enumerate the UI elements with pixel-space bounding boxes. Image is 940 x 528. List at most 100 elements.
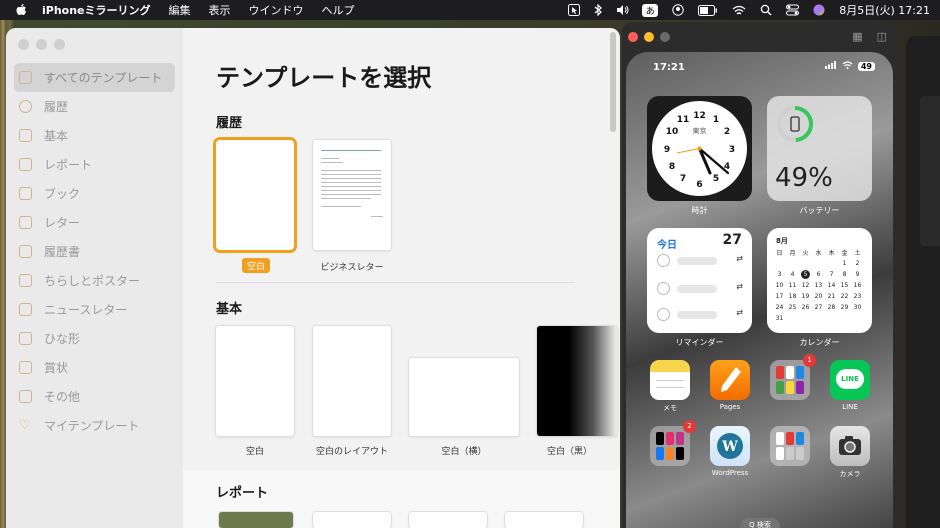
calendar-month: 8月 bbox=[776, 237, 788, 245]
svg-text:W: W bbox=[721, 439, 738, 455]
template-thumb-blank-recent[interactable] bbox=[216, 140, 294, 250]
sidebar-item-all-templates[interactable]: すべてのテンプレート bbox=[14, 63, 175, 92]
reminder-item[interactable]: ⇄ bbox=[657, 254, 743, 268]
reminder-item[interactable]: ⇄ bbox=[657, 308, 743, 322]
clock-widget[interactable]: 12 1 2 3 4567 8 9 10 11 東京 bbox=[647, 96, 752, 201]
scrollbar[interactable] bbox=[610, 32, 616, 132]
letter-icon bbox=[19, 216, 32, 229]
sidebar-item-reports[interactable]: レポート bbox=[14, 150, 175, 179]
minimize-button[interactable] bbox=[36, 39, 47, 50]
notification-badge: 2 bbox=[683, 420, 696, 433]
home-search-button[interactable]: Q 検索 bbox=[740, 518, 780, 528]
book-icon bbox=[19, 187, 32, 200]
template-thumb-report-4[interactable] bbox=[505, 512, 583, 528]
svg-text:5: 5 bbox=[713, 174, 719, 184]
sidebar-item-label: レポート bbox=[44, 158, 93, 172]
zoom-button[interactable] bbox=[54, 39, 65, 50]
pages-icon[interactable] bbox=[710, 360, 750, 400]
menu-edit[interactable]: 編集 bbox=[169, 2, 191, 18]
sidebar-item-letters[interactable]: レター bbox=[14, 208, 175, 237]
notes-icon[interactable] bbox=[650, 360, 690, 400]
volume-icon[interactable] bbox=[616, 4, 630, 16]
sidebar-item-misc[interactable]: その他 bbox=[14, 382, 175, 411]
calendar-grid: 日月火水木金土 12 3456789 10 11 12 13 14 15 16 17 18 19… bbox=[773, 247, 864, 324]
template-thumb-blank-landscape[interactable] bbox=[409, 358, 519, 436]
account-icon[interactable] bbox=[672, 4, 684, 16]
svg-text:7: 7 bbox=[680, 174, 686, 184]
template-thumb-business-letter[interactable] bbox=[313, 140, 391, 250]
menu-help[interactable]: ヘルプ bbox=[322, 2, 355, 18]
app-label: Pages bbox=[719, 403, 741, 411]
notification-badge: 1 bbox=[803, 354, 816, 367]
section-title-recent: 履歴 bbox=[216, 116, 243, 131]
wordpress-icon[interactable]: W bbox=[710, 426, 750, 466]
menubar-clock[interactable]: 8月5日(火) 17:21 bbox=[839, 2, 930, 18]
status-bar: 17:21 49 bbox=[626, 52, 893, 80]
close-button[interactable] bbox=[18, 39, 29, 50]
sidebar-item-label: ひな形 bbox=[44, 332, 81, 346]
input-method-indicator[interactable]: あ bbox=[642, 3, 659, 17]
battery-icon[interactable] bbox=[698, 4, 718, 16]
template-thumb-report-2[interactable] bbox=[313, 512, 391, 528]
bluetooth-icon[interactable] bbox=[594, 4, 603, 16]
heart-icon: ♡ bbox=[19, 418, 31, 433]
template-label-selected: 空白 bbox=[242, 258, 271, 273]
battery-indicator: 49 bbox=[857, 62, 875, 71]
menu-window[interactable]: ウインドウ bbox=[249, 2, 304, 18]
template-label: ビジネスレター bbox=[320, 263, 384, 273]
sidebar-item-certificates[interactable]: 賞状 bbox=[14, 353, 175, 382]
template-thumb-blank[interactable] bbox=[216, 326, 294, 436]
signal-icon bbox=[824, 61, 837, 72]
cursor-icon[interactable] bbox=[568, 4, 581, 16]
sidebar-item-flyers[interactable]: ちらしとポスター bbox=[14, 266, 175, 295]
sidebar-item-resumes[interactable]: 履歴書 bbox=[14, 237, 175, 266]
minimize-button[interactable] bbox=[644, 32, 654, 42]
resume-icon bbox=[19, 245, 32, 258]
misc-icon bbox=[19, 390, 32, 403]
repeat-icon: ⇄ bbox=[736, 282, 743, 291]
folder-icon[interactable] bbox=[650, 426, 690, 466]
reminders-widget[interactable]: 今日 27 ⇄ ⇄ ⇄ bbox=[647, 228, 752, 333]
apple-icon[interactable] bbox=[14, 3, 28, 17]
sidebar-item-label: レター bbox=[44, 216, 81, 230]
spotlight-icon[interactable] bbox=[760, 4, 772, 16]
wifi-icon[interactable] bbox=[732, 5, 746, 16]
battery-widget[interactable]: 49% bbox=[767, 96, 872, 201]
folder-icon[interactable] bbox=[770, 426, 810, 466]
reminder-item[interactable]: ⇄ bbox=[657, 282, 743, 296]
siri-icon[interactable] bbox=[813, 4, 825, 16]
reminders-count: 27 bbox=[722, 232, 742, 248]
menu-view[interactable]: 表示 bbox=[209, 2, 231, 18]
control-center-icon[interactable] bbox=[786, 4, 800, 16]
section-divider bbox=[216, 282, 574, 283]
sidebar-item-newsletters[interactable]: ニュースレター bbox=[14, 295, 175, 324]
pages-template-window: すべてのテンプレート 履歴 基本 レポート ブック レター 履歴書 ちらしとポス… bbox=[6, 28, 620, 528]
app-switcher-icon[interactable]: ◫ bbox=[877, 30, 887, 43]
svg-text:3: 3 bbox=[729, 145, 735, 155]
newsletter-icon bbox=[19, 303, 32, 316]
template-thumb-blank-layout[interactable] bbox=[313, 326, 391, 436]
folder-icon[interactable] bbox=[770, 360, 810, 400]
template-sidebar: すべてのテンプレート 履歴 基本 レポート ブック レター 履歴書 ちらしとポス… bbox=[6, 28, 183, 528]
close-button[interactable] bbox=[628, 32, 638, 42]
sidebar-item-books[interactable]: ブック bbox=[14, 179, 175, 208]
template-thumb-report-1[interactable] bbox=[219, 512, 293, 528]
template-thumb-report-3[interactable] bbox=[409, 512, 487, 528]
calendar-widget[interactable]: 8月 日月火水木金土 12 3456789 10 11 12 13 14 15 16 17 1… bbox=[767, 228, 872, 333]
sidebar-item-recent[interactable]: 履歴 bbox=[14, 92, 175, 121]
sidebar-item-my-templates[interactable]: ♡ マイテンプレート bbox=[14, 411, 175, 440]
app-library-icon[interactable]: ▦ bbox=[852, 30, 862, 43]
line-icon[interactable]: LINE bbox=[830, 360, 870, 400]
menu-app-name[interactable]: iPhoneミラーリング bbox=[42, 2, 151, 18]
repeat-icon: ⇄ bbox=[736, 254, 743, 263]
svg-text:8: 8 bbox=[669, 162, 675, 172]
zoom-button[interactable] bbox=[660, 32, 670, 42]
sidebar-item-stationery[interactable]: ひな形 bbox=[14, 324, 175, 353]
template-thumb-blank-black[interactable] bbox=[537, 326, 617, 436]
app-label: LINE bbox=[842, 403, 858, 411]
doc-icon bbox=[19, 129, 32, 142]
sidebar-item-basic[interactable]: 基本 bbox=[14, 121, 175, 150]
svg-text:9: 9 bbox=[664, 145, 670, 155]
camera-icon[interactable] bbox=[830, 426, 870, 466]
section-title-basic: 基本 bbox=[216, 302, 243, 317]
